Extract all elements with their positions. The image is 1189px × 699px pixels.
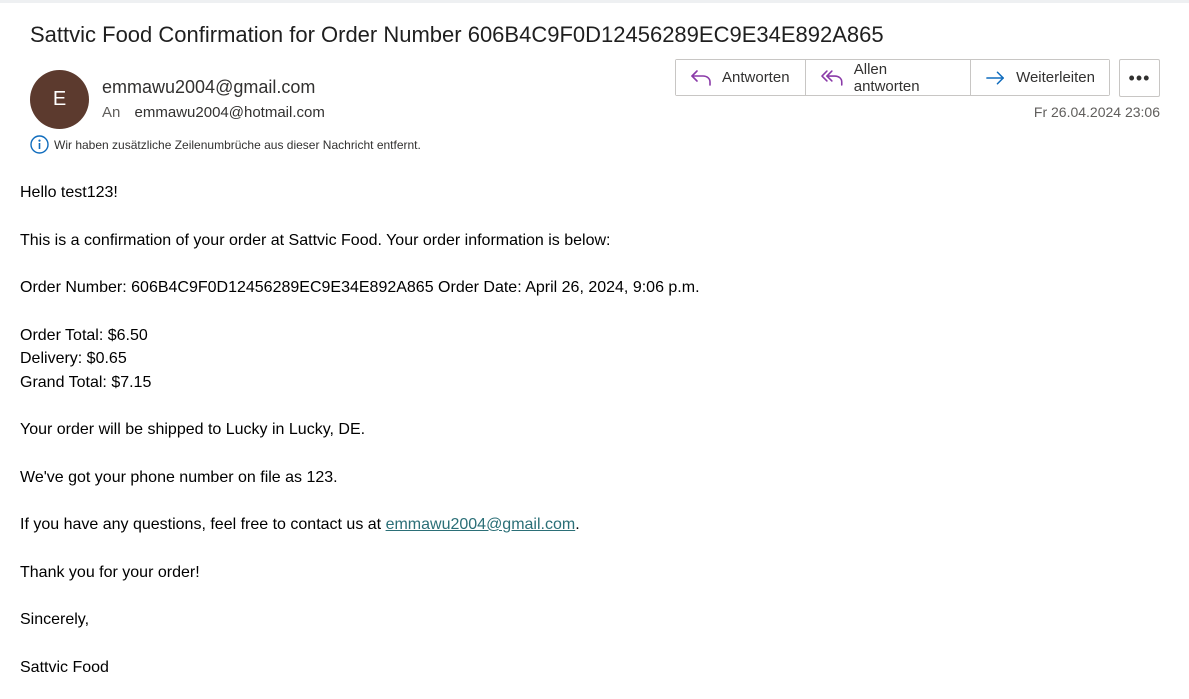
closing-text: Sincerely, xyxy=(20,611,90,628)
reply-all-icon xyxy=(821,69,843,86)
info-icon xyxy=(30,135,49,154)
to-label: An xyxy=(102,104,121,121)
info-notice-text: Wir haben zusätzliche Zeilenumbrüche aus… xyxy=(54,137,421,152)
questions-suffix: . xyxy=(575,516,580,533)
message-actions: Antworten Allen antworten Weiterleiten xyxy=(675,59,1110,96)
avatar-initial: E xyxy=(52,88,67,110)
recipient-line: An emmawu2004@hotmail.com xyxy=(102,104,325,121)
avatar[interactable]: E xyxy=(30,70,89,129)
thanks-text: Thank you for your order! xyxy=(20,563,200,581)
reply-label: Antworten xyxy=(722,69,790,86)
delivery-cost: Delivery: $0.65 xyxy=(20,350,127,367)
reply-all-label: Allen antworten xyxy=(853,60,920,95)
signature: Sattvic Food xyxy=(20,658,109,676)
email-subject: Sattvic Food Confirmation for Order Numb… xyxy=(30,22,884,47)
order-info: Order Number: 606B4C9F0D12456289EC9E34E8… xyxy=(20,279,700,296)
forward-button[interactable]: Weiterleiten xyxy=(970,60,1109,95)
sender-address[interactable]: emmawu2004@gmail.com xyxy=(102,77,315,98)
reply-icon xyxy=(691,69,711,86)
intro-text: This is a confirmation of your order at … xyxy=(20,231,611,249)
forward-icon xyxy=(986,70,1004,85)
forward-label: Weiterleiten xyxy=(1016,69,1095,86)
info-notice: Wir haben zusätzliche Zeilenumbrüche aus… xyxy=(30,135,421,154)
reply-all-button[interactable]: Allen antworten xyxy=(805,60,970,95)
grand-total: Grand Total: $7.15 xyxy=(20,373,152,391)
email-body: Hello test123! This is a confirmation of… xyxy=(20,181,700,679)
shipping-info: Your order will be shipped to Lucky in L… xyxy=(20,421,366,438)
greeting: Hello test123! xyxy=(20,184,118,201)
reply-button[interactable]: Antworten xyxy=(676,60,805,95)
received-date: Fr 26.04.2024 23:06 xyxy=(1033,104,1160,120)
more-actions-button[interactable]: ••• xyxy=(1119,59,1160,97)
phone-info: We've got your phone number on file as 1… xyxy=(20,468,338,486)
more-icon: ••• xyxy=(1128,67,1151,88)
recipient-address[interactable]: emmawu2004@hotmail.com xyxy=(135,104,325,121)
questions-line: If you have any questions, feel free to … xyxy=(20,513,700,537)
order-total: Order Total: $6.50 xyxy=(20,326,148,344)
questions-prefix: If you have any questions, feel free to … xyxy=(20,516,386,533)
top-divider xyxy=(0,0,1189,3)
contact-email-link[interactable]: emmawu2004@gmail.com xyxy=(386,516,576,533)
